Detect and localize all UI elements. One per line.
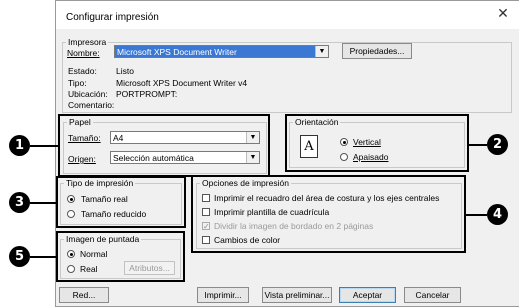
- callout-box-orientation: [285, 114, 469, 172]
- callout-leader-3: [30, 202, 56, 204]
- callout-badge-2: 2: [487, 134, 508, 155]
- callout-box-print-options: [191, 175, 466, 253]
- printer-location-label: Ubicación:: [68, 89, 108, 99]
- printer-comment-label: Comentario:: [68, 100, 115, 110]
- printer-status-value: Listo: [116, 66, 134, 76]
- callout-badge-5: 5: [9, 246, 30, 267]
- dialog-title: Configurar impresión: [66, 12, 159, 23]
- network-button[interactable]: Red...: [59, 287, 109, 303]
- callout-leader-5: [30, 256, 56, 258]
- print-button[interactable]: Imprimir...: [197, 287, 249, 303]
- callout-badge-3: 3: [9, 192, 30, 213]
- cancel-button-label: Cancelar: [415, 290, 450, 300]
- printer-status-label: Estado:: [68, 66, 97, 76]
- callout-box-print-type: [56, 176, 186, 228]
- printer-type-value: Microsoft XPS Document Writer v4: [116, 78, 248, 88]
- printer-type-label: Tipo:: [68, 78, 87, 88]
- accept-button[interactable]: Aceptar: [339, 287, 396, 303]
- close-button[interactable]: ✕: [488, 1, 518, 25]
- callout-box-paper: [58, 114, 270, 177]
- print-button-label: Imprimir...: [204, 290, 242, 300]
- print-preview-button-label: Vista preliminar...: [264, 290, 330, 300]
- properties-button-label: Propiedades...: [349, 46, 405, 56]
- callout-box-stitch-image: [56, 231, 185, 282]
- printer-name-value: Microsoft XPS Document Writer: [115, 46, 315, 57]
- printer-name-select[interactable]: Microsoft XPS Document Writer ▼: [114, 45, 329, 58]
- network-button-label: Red...: [72, 290, 96, 300]
- callout-leader-2: [469, 144, 487, 146]
- chevron-down-icon[interactable]: ▼: [315, 46, 328, 57]
- callout-leader-1: [30, 145, 58, 147]
- callout-leader-4: [466, 214, 487, 216]
- accept-button-label: Aceptar: [352, 290, 383, 300]
- cancel-button[interactable]: Cancelar: [404, 287, 461, 303]
- print-preview-button[interactable]: Vista preliminar...: [262, 287, 332, 303]
- printer-name-label: Nombre:: [67, 48, 100, 58]
- callout-badge-1: 1: [9, 135, 30, 156]
- printer-group-label: Impresora: [68, 37, 107, 47]
- callout-badge-4: 4: [487, 204, 508, 225]
- properties-button[interactable]: Propiedades...: [342, 43, 412, 59]
- printer-location-value: PORTPROMPT:: [116, 89, 178, 99]
